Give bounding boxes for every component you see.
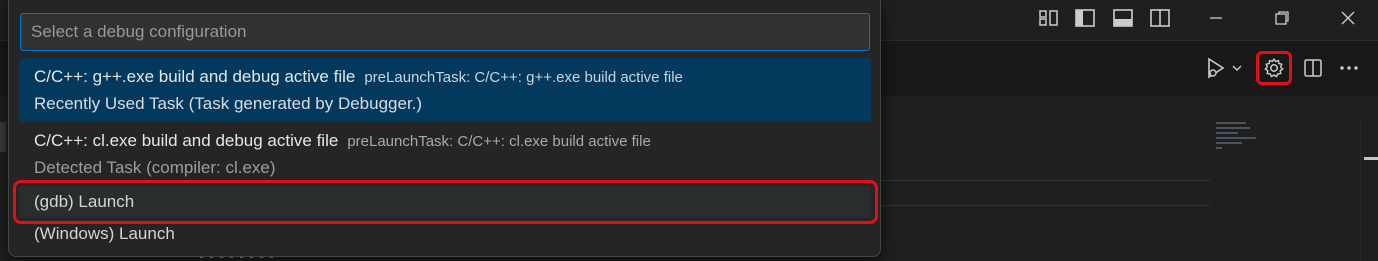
quick-pick-item-windows-launch[interactable]: (Windows) Launch <box>19 218 871 250</box>
minimap[interactable] <box>1216 122 1276 162</box>
scrollbar-marker <box>1364 157 1378 160</box>
run-debug-icon[interactable] <box>1203 52 1229 84</box>
gear-highlight-box <box>1256 51 1292 85</box>
quick-pick-item-description: preLaunchTask: C/C++: cl.exe build activ… <box>347 132 651 150</box>
scrollbar-track[interactable] <box>1360 120 1361 261</box>
toggle-secondary-sidebar-icon[interactable] <box>1149 8 1171 28</box>
editor-line-separator <box>880 205 1210 206</box>
customize-layout-icon[interactable] <box>1038 8 1060 28</box>
quick-pick-list: C/C++: g++.exe build and debug active fi… <box>19 58 871 250</box>
quick-pick-item-detail: Detected Task (compiler: cl.exe) <box>34 158 276 177</box>
toggle-panel-icon[interactable] <box>1112 8 1134 28</box>
debug-configuration-quick-pick: C/C++: g++.exe build and debug active fi… <box>8 0 881 257</box>
restore-icon[interactable] <box>1272 8 1292 28</box>
quick-pick-item-description: preLaunchTask: C/C++: g++.exe build acti… <box>364 68 683 86</box>
editor-line-separator <box>880 180 1210 181</box>
editor-gutter <box>0 122 6 152</box>
quick-pick-item-gpp-build-debug[interactable]: C/C++: g++.exe build and debug active fi… <box>19 58 871 122</box>
quick-pick-item-label: (gdb) Launch <box>34 192 135 211</box>
quick-pick-item-detail: Recently Used Task (Task generated by De… <box>34 94 423 113</box>
quick-pick-item-label: C/C++: cl.exe build and debug active fil… <box>34 131 339 150</box>
quick-pick-item-label: (Windows) Launch <box>34 224 175 243</box>
more-actions-icon[interactable] <box>1336 52 1362 84</box>
chevron-down-icon[interactable] <box>1229 52 1245 84</box>
close-icon[interactable] <box>1338 8 1358 28</box>
toggle-primary-sidebar-icon[interactable] <box>1074 8 1096 28</box>
quick-pick-item-label: C/C++: g++.exe build and debug active fi… <box>34 67 356 86</box>
quick-pick-item-gdb-launch[interactable]: (gdb) Launch <box>19 186 871 218</box>
quick-pick-item-cl-build-debug[interactable]: C/C++: cl.exe build and debug active fil… <box>19 122 871 186</box>
split-editor-icon[interactable] <box>1300 52 1326 84</box>
debug-config-search-input[interactable] <box>20 13 870 51</box>
minimize-icon[interactable] <box>1206 8 1226 28</box>
